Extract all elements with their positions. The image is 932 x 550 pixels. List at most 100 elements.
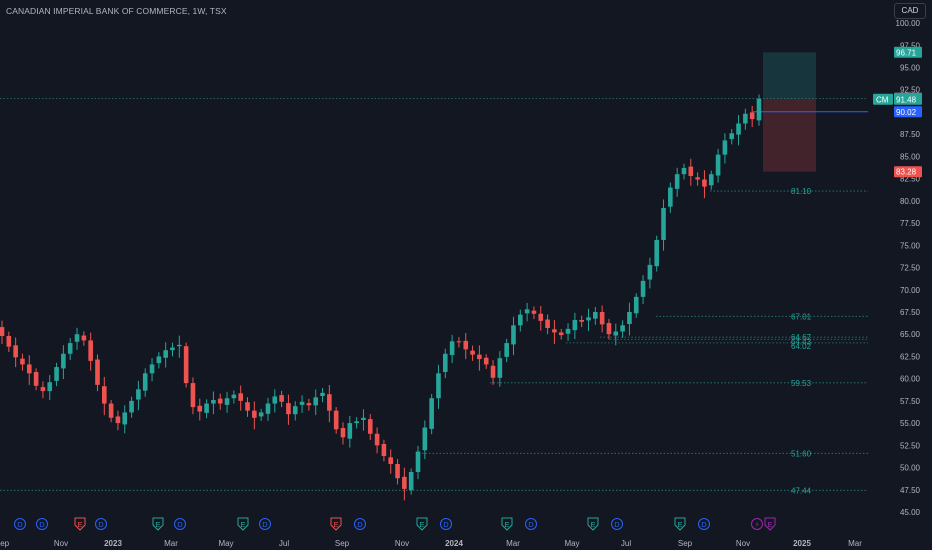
candle-body[interactable]: [299, 401, 305, 405]
candle-body[interactable]: [286, 403, 291, 415]
candle-body[interactable]: [538, 313, 544, 321]
candle-body[interactable]: [449, 341, 455, 356]
candle-body[interactable]: [347, 423, 353, 439]
candle-body[interactable]: [6, 335, 12, 347]
candle-body[interactable]: [197, 405, 203, 412]
candle-body[interactable]: [647, 264, 653, 280]
candle-body[interactable]: [613, 331, 619, 336]
candle-body[interactable]: [67, 343, 73, 354]
candle-body[interactable]: [156, 356, 162, 364]
candle-body[interactable]: [545, 319, 550, 328]
candle-body[interactable]: [320, 392, 325, 396]
candle-body[interactable]: [231, 394, 237, 399]
candle-body[interactable]: [101, 386, 107, 404]
candle-body[interactable]: [497, 358, 503, 378]
currency-selector[interactable]: CAD: [894, 3, 926, 19]
candle-body[interactable]: [422, 427, 428, 451]
candle-body[interactable]: [211, 399, 216, 404]
candle-body[interactable]: [238, 393, 243, 401]
candle-body[interactable]: [633, 296, 639, 314]
candle-body[interactable]: [361, 417, 366, 420]
candle-body[interactable]: [115, 416, 121, 424]
candle-body[interactable]: [26, 364, 32, 374]
candle-body[interactable]: [279, 395, 284, 402]
candle-body[interactable]: [190, 383, 196, 408]
candle-body[interactable]: [524, 309, 530, 314]
candle-body[interactable]: [668, 187, 673, 207]
candle-body[interactable]: [572, 319, 578, 331]
candle-body[interactable]: [456, 341, 462, 343]
candle-body[interactable]: [429, 398, 434, 429]
candle-body[interactable]: [640, 280, 646, 297]
candle-body[interactable]: [163, 350, 168, 358]
candle-body[interactable]: [40, 387, 46, 392]
candle-body[interactable]: [149, 364, 155, 374]
candle-body[interactable]: [722, 140, 728, 155]
candle-body[interactable]: [402, 476, 407, 489]
candle-body[interactable]: [108, 403, 114, 418]
candle-body[interactable]: [20, 358, 25, 365]
candle-body[interactable]: [415, 451, 421, 472]
candle-body[interactable]: [33, 371, 39, 386]
candle-body[interactable]: [388, 457, 394, 464]
candle-body[interactable]: [183, 346, 189, 384]
candle-body[interactable]: [265, 403, 271, 414]
candle-body[interactable]: [88, 340, 93, 361]
candle-body[interactable]: [340, 427, 346, 438]
candle-body[interactable]: [736, 123, 741, 135]
candle-body[interactable]: [620, 325, 625, 332]
candle-body[interactable]: [408, 471, 414, 491]
candle-body[interactable]: [204, 403, 209, 413]
candle-body[interactable]: [54, 367, 59, 381]
candle-body[interactable]: [715, 154, 721, 176]
candle-body[interactable]: [442, 353, 448, 372]
candle-body[interactable]: [395, 463, 400, 479]
candle-body[interactable]: [272, 396, 278, 404]
candle-body[interactable]: [708, 174, 714, 186]
candle-body[interactable]: [313, 397, 319, 406]
candle-body[interactable]: [74, 334, 80, 342]
candle-body[interactable]: [606, 323, 612, 335]
candle-body[interactable]: [333, 410, 339, 430]
candle-body[interactable]: [47, 382, 53, 392]
candle-body[interactable]: [258, 412, 264, 417]
candle-body[interactable]: [306, 403, 312, 406]
candle-body[interactable]: [81, 335, 87, 341]
candle-body[interactable]: [702, 179, 707, 187]
candle-body[interactable]: [463, 340, 469, 350]
candle-body[interactable]: [224, 398, 230, 405]
candle-body[interactable]: [477, 354, 482, 360]
candle-body[interactable]: [367, 419, 373, 434]
candle-body[interactable]: [142, 373, 148, 391]
candle-body[interactable]: [681, 167, 687, 175]
candle-body[interactable]: [531, 310, 537, 314]
candle-body[interactable]: [756, 98, 762, 121]
candle-body[interactable]: [654, 239, 660, 267]
candle-body[interactable]: [729, 133, 735, 140]
candle-body[interactable]: [381, 443, 387, 456]
candle-body[interactable]: [95, 359, 100, 385]
candle-body[interactable]: [436, 373, 441, 399]
candle-body[interactable]: [695, 177, 700, 180]
candle-body[interactable]: [593, 311, 598, 319]
candle-body[interactable]: [129, 400, 134, 413]
candle-body[interactable]: [511, 325, 516, 345]
candle-body[interactable]: [292, 406, 298, 415]
candle-body[interactable]: [490, 365, 496, 378]
candle-body[interactable]: [0, 327, 5, 336]
candle-body[interactable]: [470, 350, 475, 355]
candle-body[interactable]: [565, 328, 571, 334]
candle-body[interactable]: [627, 311, 632, 324]
candle-body[interactable]: [217, 398, 223, 404]
candle-body[interactable]: [252, 410, 257, 418]
candle-body[interactable]: [579, 319, 584, 322]
candle-body[interactable]: [743, 113, 748, 124]
candle-body[interactable]: [170, 347, 175, 351]
candle-body[interactable]: [354, 421, 359, 424]
candle-body[interactable]: [122, 412, 128, 425]
candle-body[interactable]: [552, 329, 557, 333]
candle-body[interactable]: [61, 353, 66, 369]
candle-body[interactable]: [327, 394, 332, 411]
candle-body[interactable]: [13, 345, 18, 358]
candle-body[interactable]: [688, 166, 694, 176]
